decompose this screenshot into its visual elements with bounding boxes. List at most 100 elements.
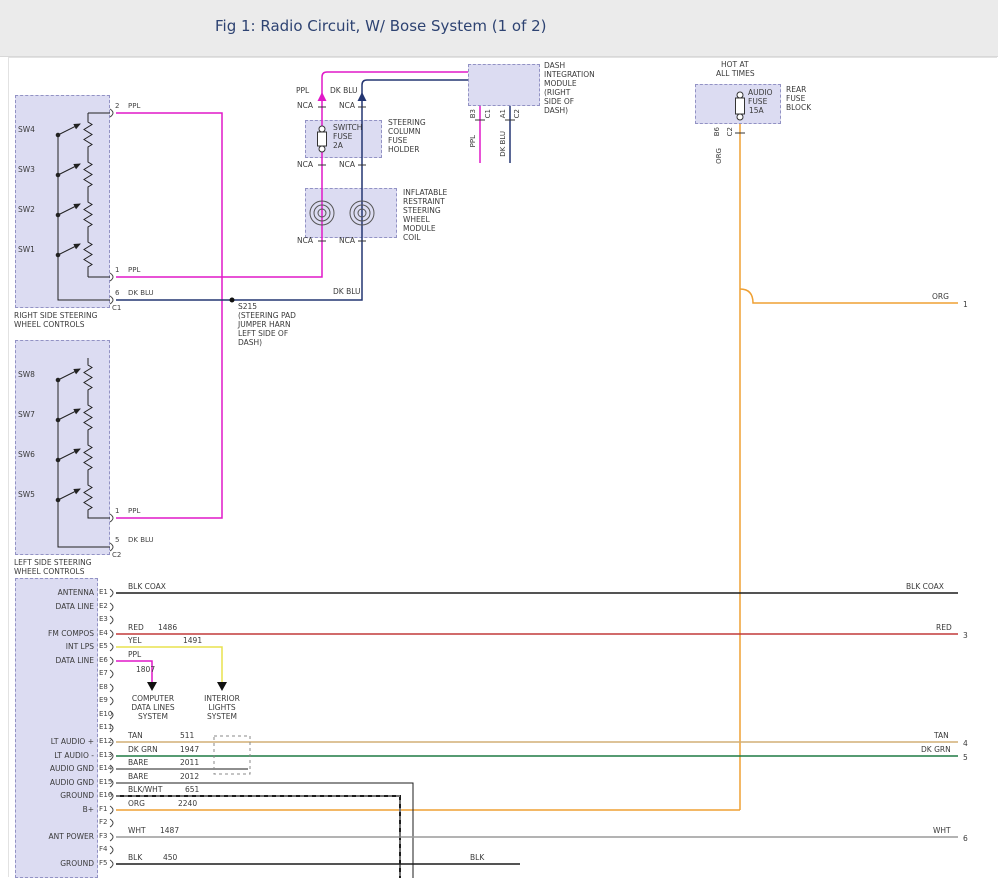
right-box-caption: WHEEL CONTROLS — [14, 320, 84, 329]
dim-label: DASH — [544, 61, 565, 70]
dkblu-mid-label: DK BLU — [333, 287, 361, 296]
rear-fuse-block-label: REAR — [786, 85, 806, 94]
pin-id: E10 — [99, 710, 112, 719]
switch-label-sw8: SW8 — [18, 370, 35, 379]
wire-label-tan: TAN — [128, 731, 143, 740]
row-label-audio-gnd: AUDIO GND — [16, 764, 94, 773]
dkblu-continuation-arrow — [358, 92, 367, 101]
audio-fuse-text: FUSE — [748, 97, 767, 106]
edge-label-blk-coax: BLK COAX — [906, 582, 944, 591]
wire-circuit-1807: 1807 — [136, 665, 155, 674]
switch-label-sw3: SW3 — [18, 165, 35, 174]
switch-fuse-text: SWITCH — [333, 123, 362, 132]
edge-number-5: 5 — [963, 753, 968, 762]
pin-id: E13 — [99, 751, 112, 760]
dim-label: INTEGRATION — [544, 70, 595, 79]
wire-label-blk: BLK — [128, 853, 142, 862]
pin-id: E15 — [99, 778, 112, 787]
s215-label: LEFT SIDE OF — [238, 329, 288, 338]
org-wire-branch-right — [740, 289, 958, 303]
wire-label-dk-grn: DK GRN — [128, 745, 158, 754]
dim-wire-dkblu: DK BLU — [499, 131, 507, 157]
audio-fuse-text: 15A — [749, 106, 764, 115]
wire-circuit-511: 511 — [180, 731, 194, 740]
dim-label: DASH) — [544, 106, 568, 115]
audio-fuse-text: AUDIO — [748, 88, 773, 97]
computer-data-lines-label: SYSTEM — [122, 712, 184, 721]
pin-number: 2 — [115, 102, 119, 111]
ppl-wire-pin2-to-left-box — [116, 113, 222, 518]
s215-label: JUMPER HARN — [238, 320, 291, 329]
computer-data-lines-label: COMPUTER — [122, 694, 184, 703]
wire-circuit-1947: 1947 — [180, 745, 199, 754]
coil-module-label: INFLATABLE — [403, 188, 447, 197]
pin-id: F5 — [99, 859, 107, 868]
dim-connector-c2: C2 — [513, 109, 521, 118]
switch-label-sw5: SW5 — [18, 490, 35, 499]
row-label-lt-audio-minus: LT AUDIO - — [16, 751, 94, 760]
pin-id: F4 — [99, 845, 107, 854]
rear-fuse-block-label: BLOCK — [786, 103, 811, 112]
dim-wire-ppl: PPL — [469, 135, 477, 147]
switch-label-sw4: SW4 — [18, 125, 35, 134]
pin-id: F3 — [99, 832, 107, 841]
s215-label: DASH) — [238, 338, 262, 347]
connector-ticks — [318, 107, 745, 241]
pin-id: E5 — [99, 642, 108, 651]
pin-id: E1 — [99, 588, 108, 597]
wire-circuit-2011: 2011 — [180, 758, 199, 767]
wire-label-bare: BARE — [128, 758, 148, 767]
interior-lights-label: SYSTEM — [194, 712, 250, 721]
connector-id-c2: C2 — [112, 551, 121, 560]
row-label-lt-audio-plus: LT AUDIO + — [16, 737, 94, 746]
wire-label-bare: BARE — [128, 772, 148, 781]
pin-id: E12 — [99, 737, 112, 746]
wire-circuit-1486: 1486 — [158, 623, 177, 632]
left-box-caption: LEFT SIDE STEERING — [14, 558, 92, 567]
row-label-ground: GROUND — [16, 859, 94, 868]
pin-wire-name: PPL — [128, 507, 140, 516]
dim-label: SIDE OF — [544, 97, 574, 106]
dim-connector-c1: C1 — [484, 109, 492, 118]
wire-label-blk-coax: BLK COAX — [128, 582, 166, 591]
ppl-branch-arrow — [147, 682, 157, 691]
pin-number: 1 — [115, 507, 119, 516]
wire-label-blk-mid: BLK — [470, 853, 484, 862]
pin-number: 1 — [115, 266, 119, 275]
edge-label-wht: WHT — [933, 826, 951, 835]
wire-circuit-2240: 2240 — [178, 799, 197, 808]
edge-label-tan: TAN — [934, 731, 949, 740]
fuse-pin-b6: B6 — [713, 127, 721, 136]
computer-data-lines-label: DATA LINES — [122, 703, 184, 712]
nca-label: NCA — [297, 160, 313, 169]
pin-number: 5 — [115, 536, 119, 545]
pin-id: E7 — [99, 669, 108, 678]
pin-wire-name: DK BLU — [128, 289, 154, 298]
pin-id: E6 — [99, 656, 108, 665]
left-box-resistor-ladder — [56, 358, 110, 547]
wire-label-yel: YEL — [128, 636, 142, 645]
switch-fuse-text: FUSE — [333, 132, 352, 141]
coil-module-label: WHEEL — [403, 215, 430, 224]
switch-fuse-symbol — [318, 126, 327, 152]
wire-label-org: ORG — [128, 799, 145, 808]
edge-label-org: ORG — [932, 292, 949, 301]
row-label-ant-power: ANT POWER — [16, 832, 94, 841]
pin-wire-name: DK BLU — [128, 536, 154, 545]
pin-id: E9 — [99, 696, 108, 705]
s215-splice-dot — [230, 298, 235, 303]
coil-symbols — [310, 201, 374, 225]
row-label-data-line: DATA LINE — [16, 602, 94, 611]
pin-wire-name: PPL — [128, 266, 140, 275]
nca-label: NCA — [339, 160, 355, 169]
coil-module-label: RESTRAINT — [403, 197, 445, 206]
switch-label-sw6: SW6 — [18, 450, 35, 459]
ppl-wire-pin1-to-coil — [116, 238, 322, 277]
coil-module-label: STEERING — [403, 206, 441, 215]
pin-id: E2 — [99, 602, 108, 611]
edge-label-dk-grn: DK GRN — [921, 745, 951, 754]
nca-label: NCA — [297, 101, 313, 110]
fuse-holder-label: FUSE — [388, 136, 407, 145]
right-box-resistor-ladder — [56, 113, 110, 300]
edge-number-3: 3 — [963, 631, 968, 640]
